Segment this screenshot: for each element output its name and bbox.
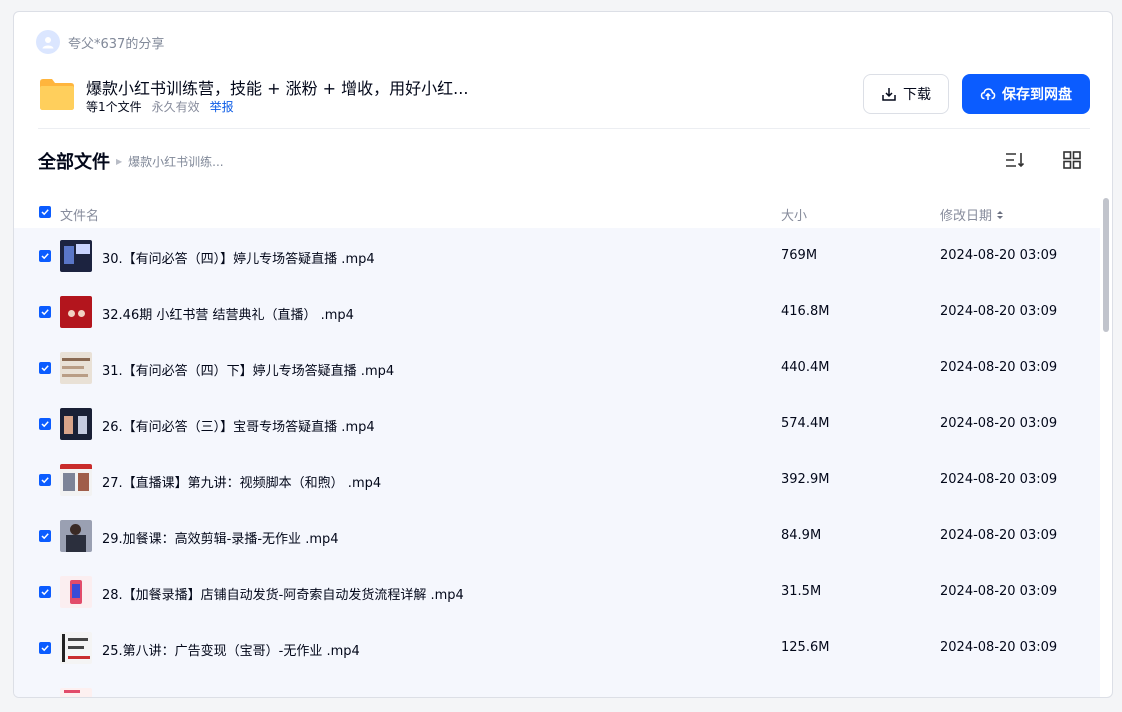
file-name[interactable]: 30.【有问必答（四）】婷儿专场答疑直播 .mp4 (102, 248, 375, 267)
breadcrumb-root[interactable]: 全部文件 (38, 148, 110, 174)
cloud-upload-icon (980, 88, 996, 100)
row-checkbox[interactable] (39, 530, 51, 542)
avatar (36, 30, 60, 54)
check-icon (41, 533, 49, 540)
divider (38, 128, 1090, 129)
row-checkbox[interactable] (39, 250, 51, 262)
table-header: 文件名 大小 修改日期 (14, 198, 1100, 228)
share-panel: 夸父*637的分享 爆款小红书训练营，技能 + 涨粉 + 增收，用好小红... … (13, 11, 1113, 698)
report-link[interactable]: 举报 (210, 98, 234, 115)
video-thumbnail (60, 464, 92, 496)
column-name[interactable]: 文件名 (60, 205, 99, 224)
save-to-disk-button[interactable]: 保存到网盘 (962, 74, 1090, 114)
video-thumbnail (60, 352, 92, 384)
table-row[interactable]: 26.【有问必答（三）】宝哥专场答疑直播 .mp4 574.4M 2024-08… (14, 396, 1100, 452)
row-checkbox[interactable] (39, 306, 51, 318)
download-button[interactable]: 下载 (863, 74, 949, 114)
file-date: 2024-08-20 03:09 (940, 304, 1058, 319)
select-all-checkbox[interactable] (39, 206, 51, 218)
table-row[interactable]: 28.【加餐录播】店铺自动发货-阿奇索自动发货流程详解 .mp4 31.5M 2… (14, 564, 1100, 620)
share-meta: 等1个文件 永久有效 举报 (86, 98, 234, 115)
file-list: 30.【有问必答（四）】婷儿专场答疑直播 .mp4 769M 2024-08-2… (14, 228, 1100, 697)
file-name[interactable]: 29.加餐课：高效剪辑-录播-无作业 .mp4 (102, 528, 339, 547)
share-title: 爆款小红书训练营，技能 + 涨粉 + 增收，用好小红... (86, 79, 469, 98)
file-size: 416.8M (781, 304, 830, 319)
column-date-label: 修改日期 (940, 209, 993, 224)
breadcrumb-current: 爆款小红书训练... (128, 154, 224, 169)
row-checkbox[interactable] (39, 474, 51, 486)
column-size[interactable]: 大小 (781, 205, 807, 224)
check-icon (41, 645, 49, 652)
sort-icon[interactable] (1004, 150, 1026, 170)
file-name[interactable]: 27.【直播课】第九讲：视频脚本（和煦） .mp4 (102, 472, 381, 491)
table-row[interactable]: 32.46期 小红书营 结营典礼（直播） .mp4 416.8M 2024-08… (14, 284, 1100, 340)
row-checkbox[interactable] (39, 642, 51, 654)
file-date: 2024-08-20 03:09 (940, 248, 1058, 263)
file-size: 392.9M (781, 472, 830, 487)
file-name[interactable]: 25.第八讲：广告变现（宝哥）-无作业 .mp4 (102, 640, 360, 659)
file-date: 2024-08-20 03:09 (940, 528, 1058, 543)
file-size: 125.6M (781, 640, 830, 655)
video-thumbnail (60, 240, 92, 272)
row-checkbox[interactable] (39, 418, 51, 430)
check-icon (41, 209, 49, 216)
table-row[interactable]: 29.加餐课：高效剪辑-录播-无作业 .mp4 84.9M 2024-08-20… (14, 508, 1100, 564)
file-size: 440.4M (781, 360, 830, 375)
breadcrumb-separator-icon: ▶ (116, 156, 123, 166)
table-row[interactable]: 27.【直播课】第九讲：视频脚本（和煦） .mp4 392.9M 2024-08… (14, 452, 1100, 508)
file-size: 84.9M (781, 528, 822, 543)
sharer-info: 夸父*637的分享 (36, 30, 164, 54)
file-date: 2024-08-20 03:09 (940, 472, 1058, 487)
table-row[interactable]: 30.【有问必答（四）】婷儿专场答疑直播 .mp4 769M 2024-08-2… (14, 228, 1100, 284)
video-thumbnail (60, 576, 92, 608)
validity: 永久有效 (151, 100, 200, 114)
folder-icon (38, 76, 76, 112)
save-label: 保存到网盘 (1002, 87, 1072, 103)
download-icon (882, 88, 896, 101)
file-name[interactable]: 31.【有问必答（四）下】婷儿专场答疑直播 .mp4 (102, 360, 394, 379)
download-label: 下载 (903, 87, 931, 103)
video-thumbnail (60, 520, 92, 552)
scrollbar[interactable] (1101, 198, 1111, 697)
file-name[interactable]: 26.【有问必答（三）】宝哥专场答疑直播 .mp4 (102, 416, 375, 435)
file-name[interactable]: 32.46期 小红书营 结营典礼（直播） .mp4 (102, 304, 354, 323)
video-thumbnail (60, 296, 92, 328)
video-thumbnail (60, 632, 92, 664)
check-icon (41, 421, 49, 428)
grid-view-icon[interactable] (1062, 150, 1082, 170)
row-checkbox[interactable] (39, 362, 51, 374)
check-icon (41, 477, 49, 484)
file-date: 2024-08-20 03:09 (940, 360, 1058, 375)
table-row[interactable] (14, 676, 1100, 697)
file-date: 2024-08-20 03:09 (940, 640, 1058, 655)
sharer-name: 夸父*637的分享 (68, 36, 165, 52)
file-size: 31.5M (781, 584, 822, 599)
file-size: 574.4M (781, 416, 830, 431)
file-count: 等1个文件 (86, 100, 142, 114)
file-name[interactable]: 28.【加餐录播】店铺自动发货-阿奇索自动发货流程详解 .mp4 (102, 584, 464, 603)
check-icon (41, 589, 49, 596)
table-row[interactable]: 31.【有问必答（四）下】婷儿专场答疑直播 .mp4 440.4M 2024-0… (14, 340, 1100, 396)
check-icon (41, 309, 49, 316)
file-date: 2024-08-20 03:09 (940, 416, 1058, 431)
check-icon (41, 365, 49, 372)
scrollbar-thumb[interactable] (1103, 198, 1109, 332)
video-thumbnail (60, 688, 92, 697)
column-date[interactable]: 修改日期 (940, 205, 1004, 224)
breadcrumb: 全部文件 ▶ 爆款小红书训练... (38, 148, 224, 174)
sort-toggle-icon (997, 210, 1004, 219)
file-size: 769M (781, 248, 818, 263)
video-thumbnail (60, 408, 92, 440)
check-icon (41, 253, 49, 260)
file-date: 2024-08-20 03:09 (940, 584, 1058, 599)
row-checkbox[interactable] (39, 586, 51, 598)
table-row[interactable]: 25.第八讲：广告变现（宝哥）-无作业 .mp4 125.6M 2024-08-… (14, 620, 1100, 676)
